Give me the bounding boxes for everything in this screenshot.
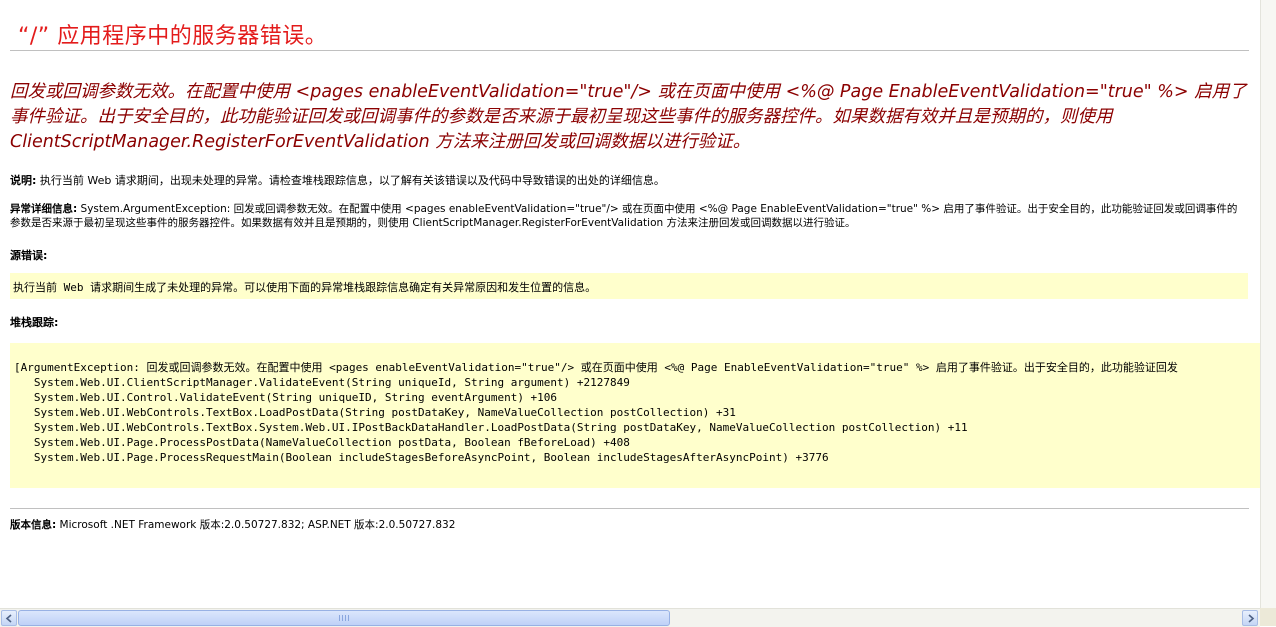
stack-trace-label: 堆栈跟踪: <box>10 316 59 329</box>
version-label: 版本信息: <box>10 519 57 531</box>
scroll-thumb[interactable] <box>18 610 670 626</box>
stack-trace-line: System.Web.UI.Page.ProcessPostData(NameV… <box>14 436 630 449</box>
exception-label: 异常详细信息: <box>10 203 78 215</box>
source-error-box: 执行当前 Web 请求期间生成了未处理的异常。可以使用下面的异常堆栈跟踪信息确定… <box>10 273 1248 299</box>
version-text: Microsoft .NET Framework 版本:2.0.50727.83… <box>59 519 456 531</box>
stack-trace-line: System.Web.UI.Control.ValidateEvent(Stri… <box>14 391 558 404</box>
exception-details: 异常详细信息: System.ArgumentException: 回发或回调参… <box>10 202 1246 230</box>
vertical-scrollbar[interactable] <box>1260 0 1276 608</box>
stack-trace-box: [ArgumentException: 回发或回调参数无效。在配置中使用 <pa… <box>10 343 1260 488</box>
source-error-text: 执行当前 Web 请求期间生成了未处理的异常。可以使用下面的异常堆栈跟踪信息确定… <box>13 281 597 294</box>
arrow-left-icon <box>5 614 12 623</box>
title-divider <box>10 50 1249 51</box>
version-info: 版本信息: Microsoft .NET Framework 版本:2.0.50… <box>10 517 455 532</box>
arrow-right-icon <box>1248 614 1255 623</box>
stack-trace-line: System.Web.UI.Page.ProcessRequestMain(Bo… <box>14 451 829 464</box>
scroll-right-button[interactable] <box>1242 610 1258 626</box>
stack-trace-line: System.Web.UI.WebControls.TextBox.System… <box>14 421 968 434</box>
source-error-label: 源错误: <box>10 249 48 262</box>
error-message: 回发或回调参数无效。在配置中使用 <pages enableEventValid… <box>10 82 1247 152</box>
exception-text: System.ArgumentException: 回发或回调参数无效。在配置中… <box>10 203 1238 229</box>
page-title: “/” 应用程序中的服务器错误。 <box>18 24 328 49</box>
version-divider <box>10 508 1249 509</box>
scrollbar-corner <box>1260 608 1276 626</box>
stack-trace-line: [ArgumentException: 回发或回调参数无效。在配置中使用 <pa… <box>14 361 1178 374</box>
scroll-left-button[interactable] <box>1 610 17 626</box>
stack-trace-line: System.Web.UI.WebControls.TextBox.LoadPo… <box>14 406 736 419</box>
description-label: 说明: <box>10 174 37 187</box>
stack-trace-lines: [ArgumentException: 回发或回调参数无效。在配置中使用 <pa… <box>14 360 1178 465</box>
scroll-thumb-grip <box>339 615 349 621</box>
stack-trace-line: System.Web.UI.ClientScriptManager.Valida… <box>14 376 630 389</box>
description-text: 执行当前 Web 请求期间，出现未处理的异常。请检查堆栈跟踪信息，以了解有关该错… <box>39 174 665 187</box>
horizontal-scrollbar[interactable] <box>0 608 1260 627</box>
browser-viewport: “/” 应用程序中的服务器错误。 回发或回调参数无效。在配置中使用 <pages… <box>0 0 1260 608</box>
description: 说明: 执行当前 Web 请求期间，出现未处理的异常。请检查堆栈跟踪信息，以了解… <box>10 174 1250 188</box>
